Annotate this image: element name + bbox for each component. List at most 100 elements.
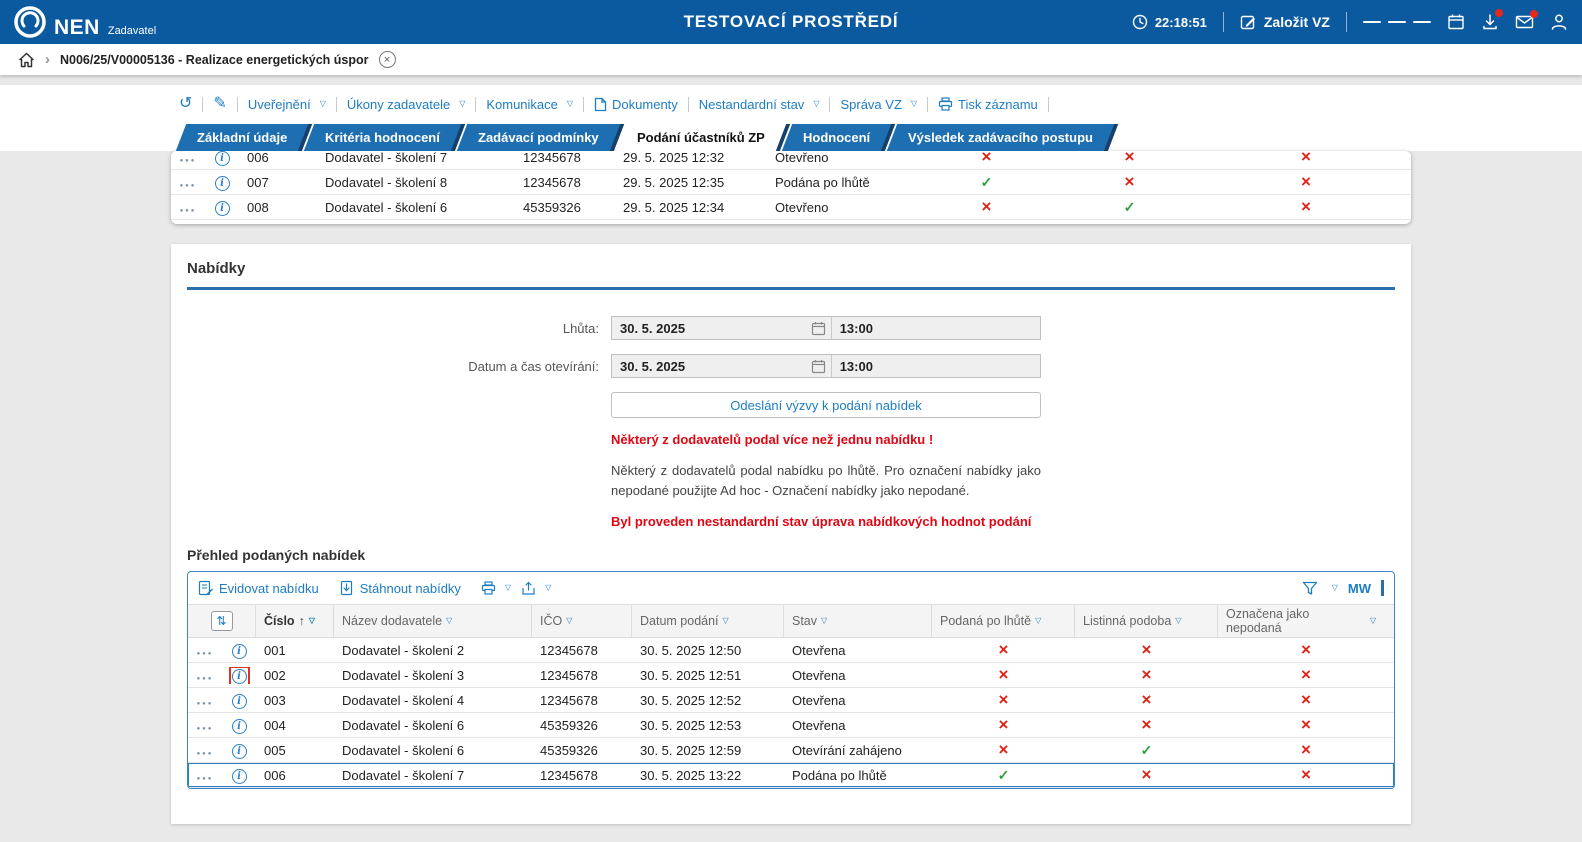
menu-ukony-zadavatele[interactable]: Úkony zadavatele — [347, 97, 466, 112]
menu-uverejneni[interactable]: Uveřejnění — [248, 97, 326, 112]
info-icon[interactable] — [215, 201, 230, 216]
history-icon[interactable]: ↺ — [179, 96, 192, 112]
tab-vysledek[interactable]: Výsledek zadávacího postupu — [887, 124, 1118, 151]
user-button[interactable] — [1550, 13, 1568, 31]
menu-sprava-vz[interactable]: Správa VZ — [840, 97, 917, 112]
table-row[interactable]: 005 Dodavatel - školení 6 45359326 30. 5… — [188, 738, 1394, 763]
column-datum-podani[interactable]: Datum podání — [632, 605, 784, 637]
tab-label: Výsledek zadávacího postupu — [908, 124, 1093, 151]
column-nazev-dodavatele[interactable]: Název dodavatele — [334, 605, 532, 637]
menu-tisk-zaznamu[interactable]: Tisk záznamu — [938, 97, 1038, 112]
otevirani-time-input[interactable] — [832, 359, 1040, 374]
column-stav[interactable]: Stav — [784, 605, 932, 637]
row-actions-icon[interactable] — [197, 676, 214, 682]
column-cislo[interactable]: Číslo↑ — [256, 605, 334, 637]
otevirani-date-input[interactable] — [612, 359, 811, 374]
create-vz-button[interactable]: Založit VZ — [1240, 14, 1330, 31]
chevron-right-icon: › — [45, 51, 50, 68]
info-icon[interactable] — [232, 719, 247, 734]
close-record-icon[interactable]: × — [379, 51, 396, 68]
breadcrumb-item[interactable]: N006/25/V00005136 - Realizace energetick… — [60, 53, 369, 67]
menu-nestandardni-stav[interactable]: Nestandardní stav — [699, 97, 820, 112]
info-icon-highlighted[interactable] — [232, 669, 247, 684]
row-actions-icon[interactable] — [197, 726, 214, 732]
tab-zadavaci-podminky[interactable]: Zadávací podmínky — [457, 124, 624, 151]
export-menu-button[interactable] — [521, 581, 551, 596]
tab-hodnoceni[interactable]: Hodnocení — [782, 124, 896, 151]
cell-ico: 12345678 — [532, 668, 632, 683]
status-mark-icon — [1301, 743, 1311, 758]
cell-cislo: 002 — [256, 668, 334, 683]
send-invitation-button[interactable]: Odeslání výzvy k podání nabídek — [611, 392, 1041, 418]
info-icon[interactable] — [232, 644, 247, 659]
row-actions-icon[interactable] — [180, 183, 197, 189]
row-actions-icon[interactable] — [197, 701, 214, 707]
row-actions-icon[interactable] — [197, 776, 214, 782]
row-actions-icon[interactable] — [180, 208, 197, 214]
calendar-icon[interactable] — [811, 359, 826, 374]
cell-stav: Otevřena — [784, 693, 932, 708]
info-icon[interactable] — [232, 769, 247, 784]
table-row-selected[interactable]: 006 Dodavatel - školení 7 12345678 30. 5… — [188, 763, 1394, 788]
view-mw[interactable]: MW — [1348, 581, 1371, 596]
cell-datum: 30. 5. 2025 13:22 — [632, 768, 784, 783]
tab-kriteria-hodnoceni[interactable]: Kritéria hodnocení — [304, 124, 465, 151]
brand[interactable]: NEN Zadavatel — [14, 6, 156, 38]
tab-zakladni-udaje[interactable]: Základní údaje — [176, 124, 313, 151]
info-icon[interactable] — [232, 694, 247, 709]
column-oznacena-jako-nepodana[interactable]: Označena jako nepodaná — [1218, 605, 1394, 637]
tab-podani-ucastniku-zp[interactable]: Podání účastníků ZP — [616, 124, 790, 151]
cell-ico: 12345678 — [532, 768, 632, 783]
row-actions-icon[interactable] — [180, 158, 197, 164]
messages-button[interactable] — [1515, 14, 1534, 30]
view-selector[interactable] — [1328, 584, 1338, 593]
row-actions-icon[interactable] — [197, 751, 214, 757]
column-sort-icon[interactable]: ⇅ — [211, 611, 233, 631]
menu-dokumenty[interactable]: Dokumenty — [594, 97, 678, 112]
table-row[interactable]: 002 Dodavatel - školení 3 12345678 30. 5… — [188, 663, 1394, 688]
filter-icon[interactable] — [1302, 581, 1318, 596]
cell-datum: 30. 5. 2025 12:51 — [632, 668, 784, 683]
print-menu-button[interactable] — [481, 581, 511, 595]
cell-cislo: 007 — [239, 175, 317, 190]
status-mark-icon — [1301, 200, 1311, 215]
table-row[interactable]: 006 Dodavatel - školení 7 12345678 29. 5… — [171, 151, 1411, 170]
table-row[interactable]: 003 Dodavatel - školení 4 12345678 30. 5… — [188, 688, 1394, 713]
column-podana-po-lhute[interactable]: Podaná po lhůtě — [932, 605, 1075, 637]
user-icon — [1550, 13, 1568, 31]
calendar-button[interactable] — [1447, 13, 1465, 31]
cell-cislo: 005 — [256, 743, 334, 758]
status-mark-icon — [982, 200, 992, 215]
evidovat-nabidku-button[interactable]: Evidovat nabídku — [198, 580, 319, 596]
calendar-icon[interactable] — [811, 321, 826, 336]
status-mark-icon — [998, 768, 1010, 783]
edit-pencil-icon[interactable]: ✎ — [213, 96, 226, 112]
table-row[interactable]: 007 Dodavatel - školení 8 12345678 29. 5… — [171, 170, 1411, 195]
info-icon[interactable] — [215, 151, 230, 166]
cell-nazev: Dodavatel - školení 7 — [317, 151, 515, 165]
lhuta-date-input[interactable] — [612, 321, 811, 336]
tab-label: Hodnocení — [803, 124, 870, 151]
menu-icon[interactable] — [1363, 18, 1431, 27]
lhuta-time-input[interactable] — [832, 321, 1040, 336]
status-mark-icon — [999, 743, 1009, 758]
stahnout-nabidky-button[interactable]: Stáhnout nabídky — [339, 580, 461, 596]
row-actions-icon[interactable] — [197, 651, 214, 657]
table-header: ⇅ Číslo↑ Název dodavatele IČO Datum podá… — [188, 604, 1394, 638]
header-actions: 22:18:51 Založit VZ — [1132, 12, 1568, 32]
table-row[interactable]: 008 Dodavatel - školení 6 45359326 29. 5… — [171, 195, 1411, 220]
column-ico[interactable]: IČO — [532, 605, 632, 637]
info-icon[interactable] — [232, 744, 247, 759]
table-row[interactable]: 001 Dodavatel - školení 2 12345678 30. 5… — [188, 638, 1394, 663]
tab-label: Kritéria hodnocení — [325, 124, 440, 151]
table-row[interactable]: 004 Dodavatel - školení 6 45359326 30. 5… — [188, 713, 1394, 738]
info-icon[interactable] — [215, 176, 230, 191]
export-icon — [521, 581, 536, 596]
home-icon[interactable] — [18, 52, 35, 68]
downloads-button[interactable] — [1481, 13, 1499, 31]
status-mark-icon — [1142, 693, 1152, 708]
column-listinna-podoba[interactable]: Listinná podoba — [1075, 605, 1218, 637]
prehled-panel: Evidovat nabídku Stáhnout nabídky — [187, 571, 1395, 789]
menu-komunikace[interactable]: Komunikace — [486, 97, 573, 112]
cell-stav: Otevřena — [784, 718, 932, 733]
